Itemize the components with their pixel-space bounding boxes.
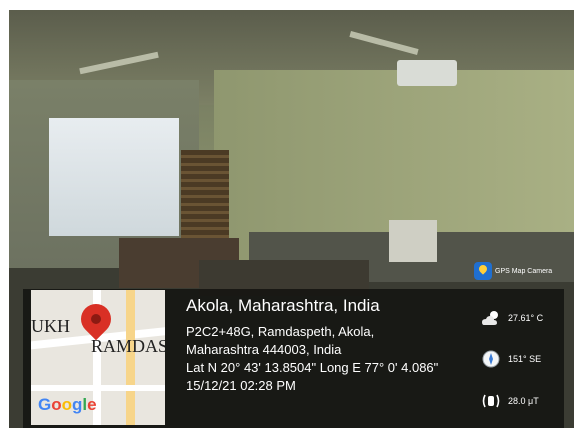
magnetic-metric: 28.0 μT: [480, 392, 539, 410]
location-info: Akola, Maharashtra, India P2C2+48G, Ramd…: [186, 296, 438, 395]
map-road: [31, 385, 165, 391]
photo-frame: GPS Map Camera UKH RAMDAS Google Akola, …: [0, 0, 582, 436]
map-label: RAMDAS: [91, 336, 165, 356]
coordinates: Lat N 20° 43' 13.8504" Long E 77° 0' 4.0…: [186, 360, 439, 375]
projection-screen: [49, 118, 179, 236]
address-line-1: P2C2+48G, Ramdaspeth, Akola,: [186, 324, 375, 339]
map-thumbnail[interactable]: UKH RAMDAS Google: [31, 290, 165, 425]
lab-oven: [389, 220, 437, 262]
compass-metric: 151° SE: [480, 350, 541, 368]
window-blinds: [181, 150, 229, 240]
map-road: [126, 290, 135, 425]
google-logo: Google: [38, 395, 97, 414]
app-badge: GPS Map Camera: [474, 262, 552, 280]
magnetic-field-icon: [480, 392, 502, 410]
gps-map-camera-icon: [474, 262, 492, 280]
app-badge-label: GPS Map Camera: [495, 267, 553, 275]
compass-icon: [480, 350, 502, 368]
timestamp: 15/12/21 02:28 PM: [186, 378, 296, 393]
weather-cloud-sun-icon: [480, 309, 502, 327]
temperature-value: 27.61° C: [508, 313, 544, 323]
projector: [397, 60, 457, 86]
address-line-2: Maharashtra 444003, India: [186, 342, 342, 357]
heading-value: 151° SE: [508, 354, 542, 364]
magnetic-value: 28.0 μT: [508, 396, 539, 406]
location-title: Akola, Maharashtra, India: [186, 296, 380, 315]
temperature-metric: 27.61° C: [480, 309, 543, 327]
map-label: UKH: [31, 316, 70, 336]
